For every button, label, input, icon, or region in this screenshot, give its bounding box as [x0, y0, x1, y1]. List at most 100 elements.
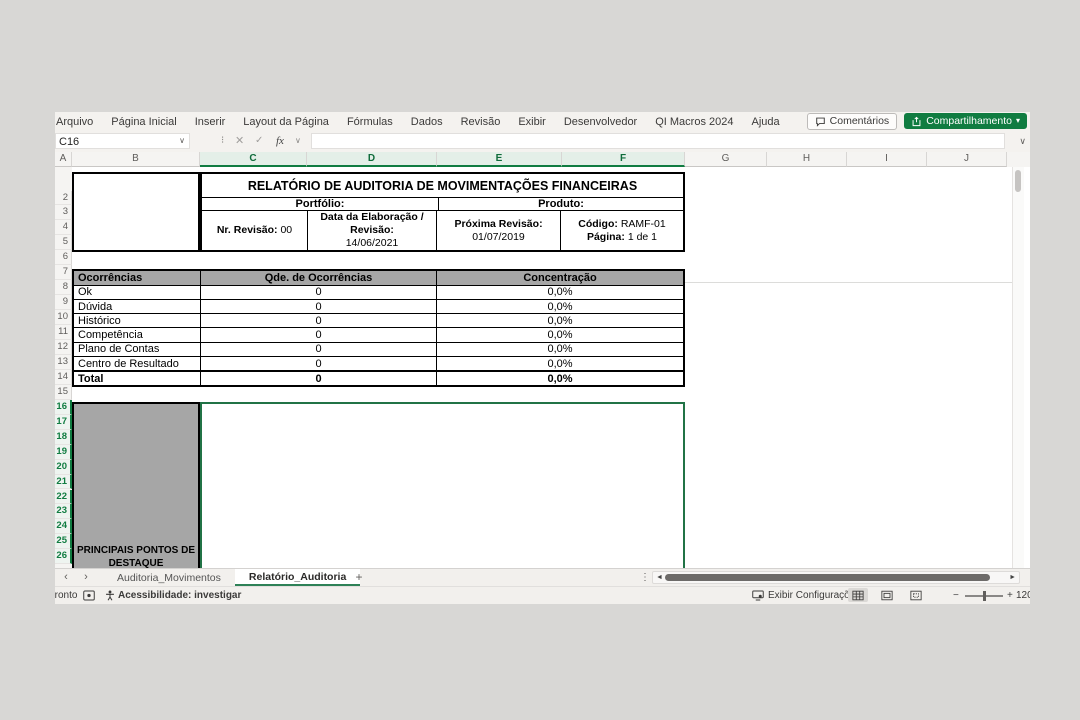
confirm-entry-icon[interactable]: ✓	[255, 133, 263, 149]
occurrences-header-row-cell-2[interactable]: Concentração	[437, 271, 683, 285]
occurrences-total-row-cell-2[interactable]: 0,0%	[437, 372, 683, 385]
column-header-a[interactable]: A	[55, 152, 72, 167]
sheet-prev-icon[interactable]: ‹	[59, 569, 73, 586]
produto-cell[interactable]: Produto:	[439, 198, 683, 210]
sheet-tab-relatorio-auditoria[interactable]: Relatório_Auditoria	[235, 569, 360, 586]
menu-item-inserir[interactable]: Inserir	[186, 116, 235, 128]
row-header-22[interactable]: 22	[55, 490, 72, 505]
scroll-right-icon[interactable]: ►	[1009, 572, 1016, 583]
portfolio-cell[interactable]: Portfólio:	[202, 198, 439, 210]
add-sheet-button[interactable]: +	[351, 569, 367, 586]
occurrences-row-historico-cell-1[interactable]: 0	[201, 314, 437, 327]
row-header-7[interactable]: 7	[55, 265, 72, 280]
row-header-6[interactable]: 6	[55, 250, 72, 265]
menu-item-desenvolvedor[interactable]: Desenvolvedor	[555, 116, 646, 128]
function-chevron-icon[interactable]: ∨	[295, 133, 301, 149]
menu-item-ajuda[interactable]: Ajuda	[742, 116, 788, 128]
column-header-b[interactable]: B	[72, 152, 200, 167]
row-header-14[interactable]: 14	[55, 370, 72, 385]
report-title-cell[interactable]: RELATÓRIO DE AUDITORIA DE MOVIMENTAÇÕES …	[202, 174, 683, 198]
row-header-8[interactable]: 8	[55, 280, 72, 295]
row-header-25[interactable]: 25	[55, 534, 72, 549]
occurrences-total-row-cell-0[interactable]: Total	[74, 372, 201, 385]
row-header-26[interactable]: 26	[55, 549, 72, 564]
occurrences-total-row-cell-1[interactable]: 0	[201, 372, 437, 385]
row-header-24[interactable]: 24	[55, 519, 72, 534]
menu-item-revisao[interactable]: Revisão	[452, 116, 510, 128]
nr-revisao-cell[interactable]: Nr. Revisão: 00	[202, 211, 308, 250]
occurrences-row-plano-de-contas-cell-1[interactable]: 0	[201, 343, 437, 356]
row-header-17[interactable]: 17	[55, 415, 72, 430]
scroll-left-icon[interactable]: ◄	[656, 572, 663, 583]
occurrences-row-plano-de-contas-cell-0[interactable]: Plano de Contas	[74, 343, 201, 356]
occurrences-row-historico-cell-2[interactable]: 0,0%	[437, 314, 683, 327]
horizontal-scrollbar[interactable]: ◄ ►	[652, 571, 1020, 584]
cancel-entry-icon[interactable]: ✕	[235, 133, 244, 149]
row-header-23[interactable]: 23	[55, 504, 72, 519]
formula-bar-drag-handle[interactable]: ⁝	[221, 133, 224, 149]
column-header-f[interactable]: F	[562, 152, 685, 167]
zoom-level-label[interactable]: 120%	[1016, 590, 1030, 601]
column-header-d[interactable]: D	[307, 152, 437, 167]
name-box[interactable]: C16	[55, 133, 190, 149]
column-header-h[interactable]: H	[767, 152, 847, 167]
occurrences-row-centro-de-resultado-cell-1[interactable]: 0	[201, 357, 437, 370]
normal-view-button[interactable]	[848, 588, 868, 602]
row-header-15[interactable]: 15	[55, 385, 72, 400]
insert-function-button[interactable]: fx	[276, 133, 284, 149]
row-header-10[interactable]: 10	[55, 310, 72, 325]
occurrences-row-centro-de-resultado-cell-2[interactable]: 0,0%	[437, 357, 683, 370]
zoom-out-button[interactable]: −	[953, 590, 959, 601]
row-header-12[interactable]: 12	[55, 340, 72, 355]
occurrences-row-centro-de-resultado-cell-0[interactable]: Centro de Resultado	[74, 357, 201, 370]
name-box-chevron-icon[interactable]: ∨	[175, 133, 189, 149]
data-elaboracao-cell[interactable]: Data da Elaboração / Revisão: 14/06/2021	[308, 211, 437, 250]
page-layout-view-button[interactable]	[877, 588, 897, 602]
occurrences-row-competencia-cell-2[interactable]: 0,0%	[437, 328, 683, 341]
occurrences-row-duvida-cell-0[interactable]: Dúvida	[74, 300, 201, 313]
column-header-c[interactable]: C	[200, 152, 307, 167]
menu-item-layout-da-pagina[interactable]: Layout da Página	[234, 116, 338, 128]
row-header-5[interactable]: 5	[55, 235, 72, 250]
row-header-2[interactable]: 2	[55, 191, 72, 206]
occurrences-row-competencia-cell-0[interactable]: Competência	[74, 328, 201, 341]
formula-input[interactable]	[311, 133, 1005, 149]
sheet-next-icon[interactable]: ›	[79, 569, 93, 586]
occurrences-header-row-cell-0[interactable]: Ocorrências	[74, 271, 201, 285]
proxima-revisao-cell[interactable]: Próxima Revisão: 01/07/2019	[437, 211, 561, 250]
tab-overflow-icon[interactable]: ⋮	[640, 569, 650, 586]
share-button[interactable]: Compartilhamento ▾	[904, 113, 1027, 129]
occurrences-row-plano-de-contas-cell-2[interactable]: 0,0%	[437, 343, 683, 356]
row-header-20[interactable]: 20	[55, 460, 72, 475]
row-header-19[interactable]: 19	[55, 445, 72, 460]
column-header-g[interactable]: G	[685, 152, 767, 167]
horizontal-scrollbar-thumb[interactable]	[665, 574, 990, 581]
column-header-j[interactable]: J	[927, 152, 1007, 167]
menu-item-pagina-inicial[interactable]: Página Inicial	[102, 116, 185, 128]
expand-formula-bar-icon[interactable]: ∨	[1019, 133, 1026, 149]
highlights-cell[interactable]: PRINCIPAIS PONTOS DE DESTAQUE	[72, 402, 200, 572]
logo-placeholder-cell[interactable]	[72, 172, 200, 252]
menu-item-formulas[interactable]: Fórmulas	[338, 116, 402, 128]
row-header-13[interactable]: 13	[55, 355, 72, 370]
menu-item-arquivo[interactable]: Arquivo	[55, 116, 102, 128]
occurrences-header-row-cell-1[interactable]: Qde. de Ocorrências	[201, 271, 437, 285]
occurrences-row-historico-cell-0[interactable]: Histórico	[74, 314, 201, 327]
column-header-i[interactable]: I	[847, 152, 927, 167]
zoom-slider-thumb[interactable]	[983, 591, 986, 601]
comments-button[interactable]: Comentários	[807, 113, 898, 130]
row-header-4[interactable]: 4	[55, 220, 72, 235]
display-settings-button[interactable]: Exibir Configurações	[752, 590, 860, 601]
row-header-16[interactable]: 16	[55, 400, 72, 415]
occurrences-row-duvida-cell-2[interactable]: 0,0%	[437, 300, 683, 313]
page-break-preview-button[interactable]	[906, 588, 926, 602]
row-header-3[interactable]: 3	[55, 205, 72, 220]
selected-range-c16-f26[interactable]	[200, 402, 685, 572]
occurrences-row-ok-cell-1[interactable]: 0	[201, 286, 437, 299]
menu-item-dados[interactable]: Dados	[402, 116, 452, 128]
sheet-tab-auditoria-movimentos[interactable]: Auditoria_Movimentos	[103, 569, 235, 586]
zoom-slider[interactable]	[965, 595, 1003, 597]
menu-item-exibir[interactable]: Exibir	[509, 116, 555, 128]
row-header-21[interactable]: 21	[55, 475, 72, 490]
vertical-scrollbar[interactable]	[1012, 167, 1024, 568]
